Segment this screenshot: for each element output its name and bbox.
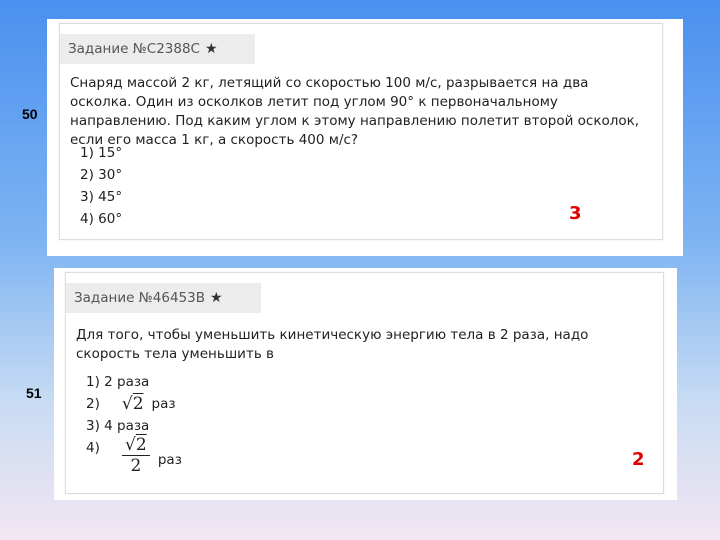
task-number-50: 50 <box>22 106 38 122</box>
option-4[interactable]: 4) 60° <box>80 208 122 230</box>
option-2[interactable]: 2) 30° <box>80 164 122 186</box>
task-51-panel: Задание №46453B ★ Для того, чтобы уменьш… <box>54 268 677 500</box>
option-4-unit: раз <box>157 452 182 468</box>
task-51-id: Задание №46453B <box>74 290 205 306</box>
task-50-answer: 3 <box>569 203 582 224</box>
radicand: 2 <box>135 435 147 455</box>
option-2-unit: раз <box>151 396 176 412</box>
sqrt-expression: √2 <box>121 394 144 414</box>
option-3[interactable]: 3) 4 раза <box>86 415 182 437</box>
task-51-question: Для того, чтобы уменьшить кинетическую э… <box>76 327 589 362</box>
star-icon[interactable]: ★ <box>205 41 218 57</box>
option-2-label: 2) <box>86 396 100 412</box>
task-50-options: 1) 15° 2) 30° 3) 45° 4) 60° <box>80 142 122 230</box>
task-50-id: Задание №C2388C <box>68 41 200 57</box>
denominator: 2 <box>130 456 142 476</box>
task-50-question: Снаряд массой 2 кг, летящий со скоростью… <box>70 75 640 148</box>
star-icon[interactable]: ★ <box>210 290 223 306</box>
task-51-header: Задание №46453B ★ <box>66 283 261 313</box>
task-51-card: Задание №46453B ★ Для того, чтобы уменьш… <box>65 272 664 494</box>
option-3[interactable]: 3) 45° <box>80 186 122 208</box>
fraction-expression: √2 2 <box>121 435 150 476</box>
task-51-options: 1) 2 раза 2) √2 раз 3) 4 раза 4) √2 2 ра… <box>86 371 182 487</box>
option-4[interactable]: 4) √2 2 раз <box>86 435 182 487</box>
task-50-header: Задание №C2388C ★ <box>60 34 255 64</box>
option-2[interactable]: 2) √2 раз <box>86 393 182 415</box>
option-4-label: 4) <box>86 440 100 456</box>
option-1[interactable]: 1) 2 раза <box>86 371 182 393</box>
numerator: √2 <box>125 435 147 455</box>
task-number-51: 51 <box>26 385 42 401</box>
option-1[interactable]: 1) 15° <box>80 142 122 164</box>
radicand: 2 <box>132 394 144 414</box>
task-51-answer: 2 <box>632 449 645 470</box>
task-50-panel: Задание №C2388C ★ Снаряд массой 2 кг, ле… <box>47 19 683 256</box>
